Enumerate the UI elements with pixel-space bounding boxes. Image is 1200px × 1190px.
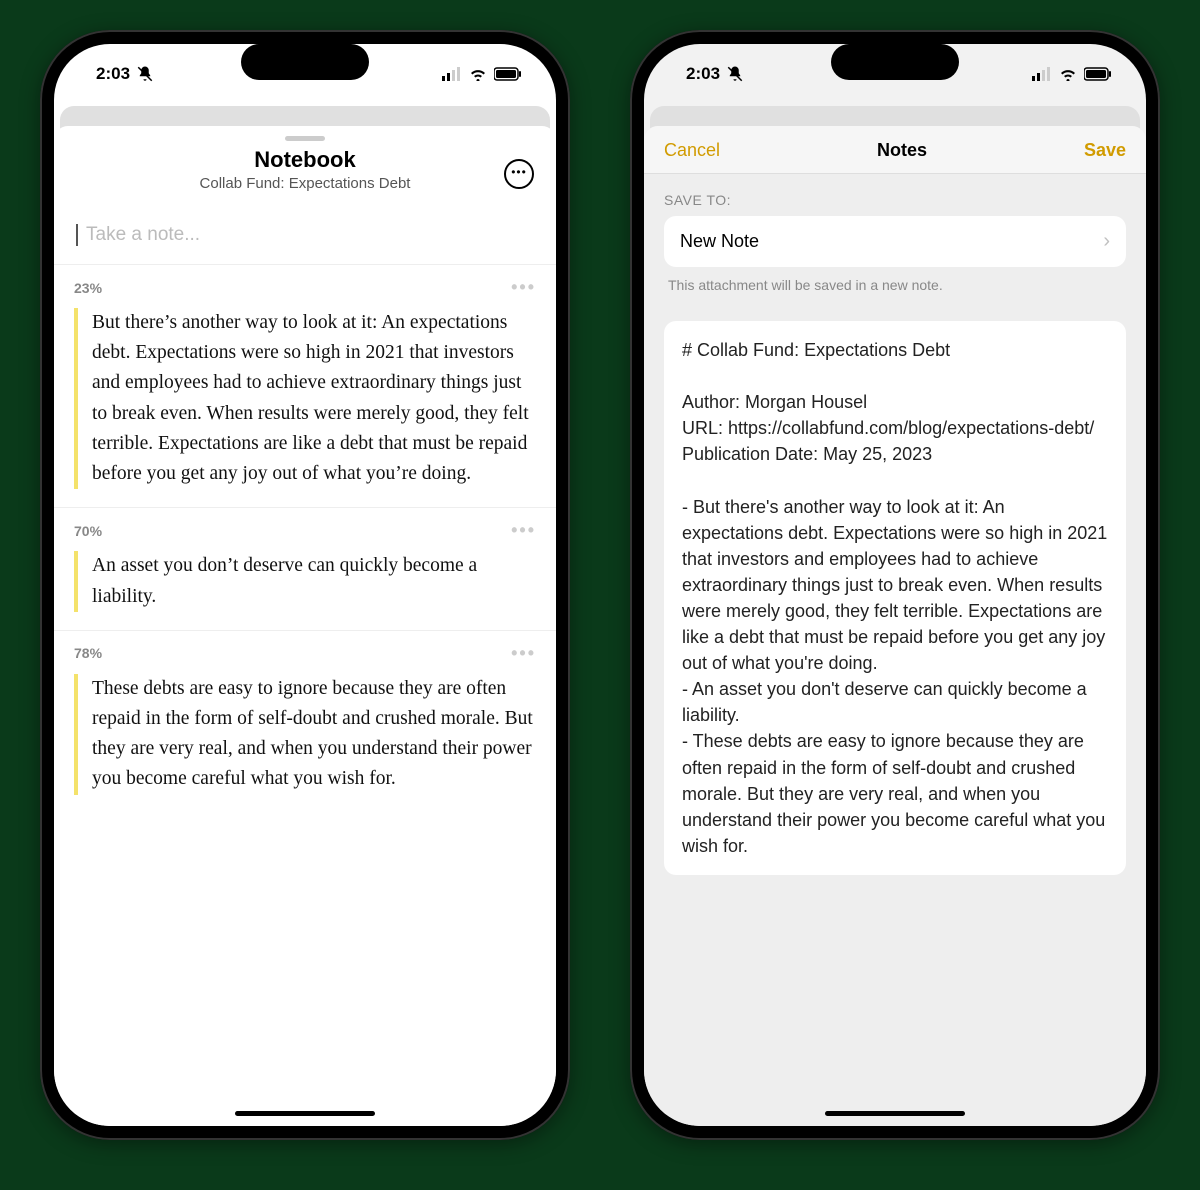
highlight-item[interactable]: 23% ••• But there’s another way to look … (54, 264, 556, 507)
take-note-input[interactable]: Take a note... (54, 206, 556, 264)
phone-left: 2:03 Notebook Col (40, 30, 570, 1140)
highlight-item[interactable]: 70% ••• An asset you don’t deserve can q… (54, 507, 556, 629)
ellipsis-icon[interactable]: ••• (511, 643, 536, 664)
notebook-header: Notebook Collab Fund: Expectations Debt … (54, 147, 556, 206)
notebook-title: Notebook (74, 147, 536, 173)
highlight-percent: 70% (74, 523, 102, 539)
save-hint: This attachment will be saved in a new n… (664, 277, 1126, 293)
bell-slash-icon (136, 65, 154, 83)
screen-notebook: 2:03 Notebook Col (54, 44, 556, 1126)
highlight-text: These debts are easy to ignore because t… (74, 674, 536, 795)
sheet-grabber[interactable] (285, 136, 325, 141)
save-to-label: SAVE TO: (664, 192, 1126, 208)
notes-header: Cancel Notes Save (644, 126, 1146, 174)
take-note-placeholder: Take a note... (86, 224, 200, 246)
text-cursor (76, 224, 78, 246)
battery-icon (1084, 67, 1112, 81)
notebook-sheet: Notebook Collab Fund: Expectations Debt … (54, 126, 556, 1126)
ellipsis-icon[interactable]: ••• (511, 277, 536, 298)
highlight-text: But there’s another way to look at it: A… (74, 308, 536, 489)
wifi-icon (468, 67, 488, 81)
wifi-icon (1058, 67, 1078, 81)
notes-title: Notes (877, 140, 927, 161)
destination-value: New Note (680, 231, 759, 252)
cellular-signal-icon (1032, 67, 1052, 81)
notch (831, 44, 959, 80)
ellipsis-icon[interactable]: ••• (511, 520, 536, 541)
bell-slash-icon (726, 65, 744, 83)
notebook-subtitle: Collab Fund: Expectations Debt (74, 175, 536, 192)
screen-notes-share: 2:03 Cancel Notes (644, 44, 1146, 1126)
highlight-percent: 78% (74, 645, 102, 661)
cancel-button[interactable]: Cancel (664, 140, 720, 161)
battery-icon (494, 67, 522, 81)
phone-right: 2:03 Cancel Notes (630, 30, 1160, 1140)
notch (241, 44, 369, 80)
highlight-text: An asset you don’t deserve can quickly b… (74, 551, 536, 611)
status-time: 2:03 (686, 64, 720, 84)
ellipsis-circle-icon[interactable]: ••• (504, 159, 534, 189)
home-indicator[interactable] (235, 1111, 375, 1116)
status-time: 2:03 (96, 64, 130, 84)
chevron-right-icon: › (1103, 230, 1110, 253)
home-indicator[interactable] (825, 1111, 965, 1116)
save-to-section: SAVE TO: New Note › This attachment will… (644, 174, 1146, 299)
highlight-item[interactable]: 78% ••• These debts are easy to ignore b… (54, 630, 556, 813)
highlight-percent: 23% (74, 280, 102, 296)
destination-row[interactable]: New Note › (664, 216, 1126, 267)
notes-share-sheet: Cancel Notes Save SAVE TO: New Note › Th… (644, 126, 1146, 1126)
cellular-signal-icon (442, 67, 462, 81)
note-body[interactable]: # Collab Fund: Expectations Debt Author:… (664, 321, 1126, 875)
save-button[interactable]: Save (1084, 140, 1126, 161)
